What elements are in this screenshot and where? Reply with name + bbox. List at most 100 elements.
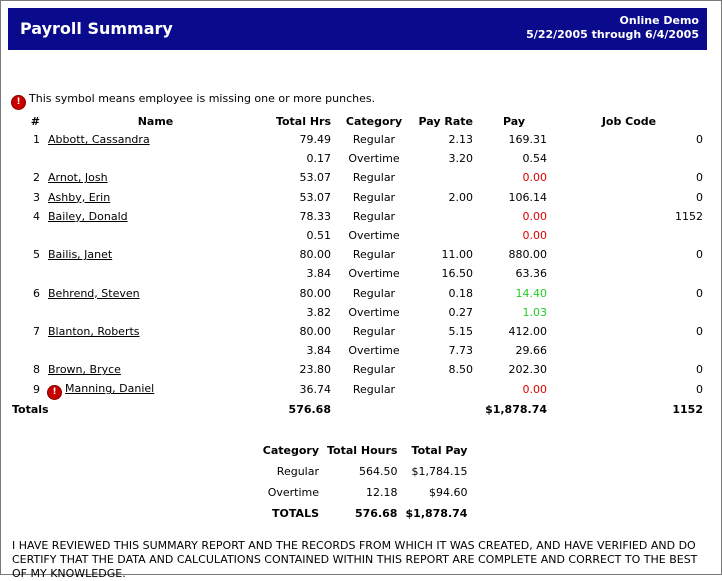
pay-rate: 11.00 (441, 248, 474, 262)
job-code: 0 (696, 133, 703, 147)
col-category: Category (345, 115, 403, 128)
table-row: 4 Bailey, Donald 78.33 Regular 0.00 1152 (8, 207, 707, 226)
report-title: Payroll Summary (20, 19, 173, 38)
total-hours: 3.84 (306, 344, 332, 358)
employee-link[interactable]: Abbott, Cassandra (48, 133, 150, 146)
total-hours: 0.17 (306, 152, 332, 166)
employee-name-cell: Bailey, Donald (44, 207, 267, 226)
employee-link[interactable]: Blanton, Roberts (48, 325, 140, 338)
pay-amount: 169.31 (508, 133, 548, 147)
table-header-row: # Name Total Hrs Category Pay Rate Pay J… (8, 114, 707, 130)
pay-rate: 2.13 (448, 133, 474, 147)
pay-rate: 7.73 (448, 344, 474, 358)
total-hours: 0.51 (306, 229, 332, 243)
row-number (8, 226, 44, 245)
summary-pay: $94.60 (428, 486, 468, 499)
job-code: 0 (696, 382, 703, 396)
employee-link[interactable]: Bailey, Donald (48, 210, 128, 223)
summary-col-category: Category (262, 444, 319, 457)
total-hours: 80.00 (299, 286, 332, 300)
table-row: 3.84 Overtime 16.50 63.36 (8, 264, 707, 283)
employee-link[interactable]: Manning, Daniel (65, 382, 154, 395)
employee-name-cell: Brown, Bryce (44, 360, 267, 379)
table-row: 0.17 Overtime 3.20 0.54 (8, 149, 707, 168)
row-number: 6 (33, 286, 40, 300)
employee-name-cell: Ashby, Erin (44, 188, 267, 207)
pay-rate (413, 379, 477, 399)
employee-name-cell (44, 226, 267, 245)
employee-name-cell: Blanton, Roberts (44, 322, 267, 341)
total-hours: 3.84 (306, 267, 332, 281)
total-hours: 53.07 (299, 171, 332, 185)
category: Regular (352, 286, 396, 300)
pay-rate (413, 207, 477, 226)
totals-pay: $1,878.74 (485, 402, 547, 416)
job-code: 0 (696, 324, 703, 338)
summary-row: Overtime 12.18 $94.60 (255, 482, 471, 503)
pay-amount: 0.54 (522, 152, 548, 166)
row-number: 4 (33, 209, 40, 223)
category: Regular (352, 133, 396, 147)
category: Overtime (348, 344, 400, 358)
table-row: 2 Arnot, Josh 53.07 Regular 0.00 0 (8, 168, 707, 187)
pay-amount: 202.30 (508, 363, 548, 377)
employee-name-cell (44, 149, 267, 168)
summary-col-hours: Total Hours (327, 444, 398, 457)
summary-category: Overtime (267, 486, 319, 499)
category: Regular (352, 382, 396, 396)
job-code: 0 (696, 363, 703, 377)
header-meta: Online Demo 5/22/2005 through 6/4/2005 (526, 14, 699, 42)
pay-rate: 16.50 (441, 267, 474, 281)
pay-amount: 0.00 (522, 229, 548, 243)
employee-name-cell (44, 303, 267, 322)
pay-amount: 880.00 (508, 248, 548, 262)
pay-rate: 2.00 (448, 190, 474, 204)
missing-punch-legend: ! This symbol means employee is missing o… (12, 92, 375, 109)
employee-link[interactable]: Behrend, Steven (48, 287, 140, 300)
total-hours: 80.00 (299, 324, 332, 338)
job-code (551, 226, 707, 245)
summary-row: Regular 564.50 $1,784.15 (255, 461, 471, 482)
table-row: 1 Abbott, Cassandra 79.49 Regular 2.13 169.31… (8, 130, 707, 149)
job-code (551, 149, 707, 168)
category: Regular (352, 363, 396, 377)
row-number (8, 264, 44, 283)
job-code: 0 (696, 190, 703, 204)
pay-amount: 0.00 (522, 382, 548, 396)
employee-link[interactable]: Ashby, Erin (48, 191, 110, 204)
category: Overtime (348, 267, 400, 281)
row-number: 2 (33, 171, 40, 185)
row-number (8, 149, 44, 168)
category: Regular (352, 190, 396, 204)
col-total-hrs: Total Hrs (275, 115, 331, 128)
pay-rate (413, 226, 477, 245)
employee-link[interactable]: Bailis, Janet (48, 248, 112, 261)
employee-link[interactable]: Arnot, Josh (48, 171, 108, 184)
table-row: 0.51 Overtime 0.00 (8, 226, 707, 245)
col-name: Name (137, 115, 174, 128)
payroll-table: # Name Total Hrs Category Pay Rate Pay J… (8, 114, 707, 419)
totals-row: Totals 576.68 $1,878.74 1152 (8, 399, 707, 418)
row-number: 9 (33, 382, 40, 396)
pay-amount: 14.40 (515, 286, 548, 300)
summary-pay: $1,784.15 (411, 465, 468, 478)
company-name: Online Demo (619, 14, 699, 27)
totals-label: Totals (12, 402, 49, 416)
employee-name-cell (44, 264, 267, 283)
job-code: 1152 (675, 209, 703, 223)
pay-rate: 8.50 (448, 363, 474, 377)
summary-hours: 12.18 (365, 486, 398, 499)
table-row: 9! Manning, Daniel 36.74 Regular 0.00 0 (8, 379, 707, 400)
pay-rate: 0.27 (448, 305, 474, 319)
row-number: 3 (33, 190, 40, 204)
summary-hours: 564.50 (358, 465, 398, 478)
col-number: # (30, 115, 40, 128)
pay-rate: 0.18 (448, 286, 474, 300)
summary-totals-row: TOTALS 576.68 $1,878.74 (255, 503, 471, 524)
employee-link[interactable]: Brown, Bryce (48, 363, 121, 376)
job-code: 0 (696, 248, 703, 262)
pay-amount: 106.14 (508, 190, 548, 204)
pay-amount: 0.00 (522, 171, 548, 185)
row-number: 7 (33, 324, 40, 338)
category: Overtime (348, 229, 400, 243)
